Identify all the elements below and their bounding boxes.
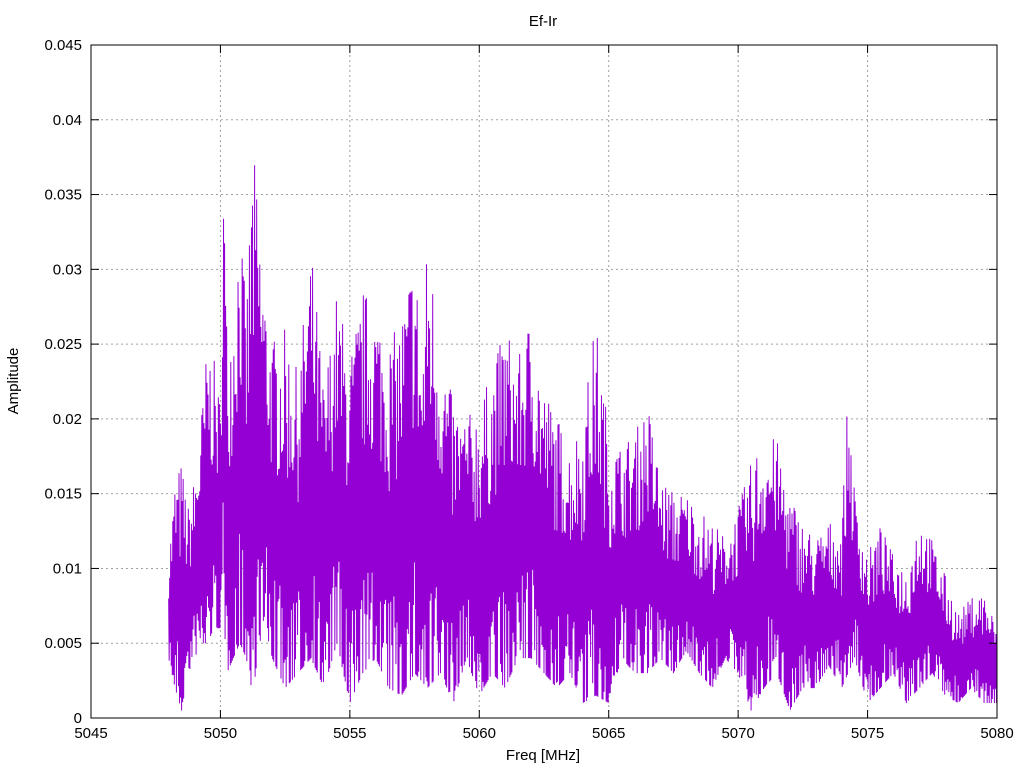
x-tick-label: 5065 <box>592 725 625 742</box>
y-tick-label: 0.015 <box>44 486 82 503</box>
y-tick-label: 0.01 <box>53 560 82 577</box>
chart-svg: 5045 5050 5055 5060 5065 5070 5075 5080 0 0.005 0.… <box>0 0 1024 768</box>
x-axis-label: Freq [MHz] <box>506 747 580 764</box>
chart-root: 5045 5050 5055 5060 5065 5070 5075 5080 0 0.005 0.… <box>0 0 1024 768</box>
y-tick-label: 0.04 <box>53 112 82 129</box>
x-tick-label: 5050 <box>204 725 237 742</box>
y-tick-label: 0.02 <box>53 411 82 428</box>
x-tick-label: 5060 <box>463 725 496 742</box>
y-tick-label: 0.045 <box>44 37 82 54</box>
x-tick-label: 5070 <box>721 725 754 742</box>
y-tick-label: 0.03 <box>53 261 82 278</box>
x-tick-label: 5075 <box>851 725 884 742</box>
y-tick-label: 0.025 <box>44 336 82 353</box>
x-tick-label: 5055 <box>333 725 366 742</box>
x-tick-label: 5045 <box>74 725 107 742</box>
y-tick-label: 0.035 <box>44 187 82 204</box>
y-tick-label: 0 <box>74 710 82 727</box>
y-axis-label: Amplitude <box>5 348 22 415</box>
chart-title: Ef-Ir <box>529 13 557 30</box>
x-tick-label: 5080 <box>980 725 1013 742</box>
y-tick-label: 0.005 <box>44 635 82 652</box>
